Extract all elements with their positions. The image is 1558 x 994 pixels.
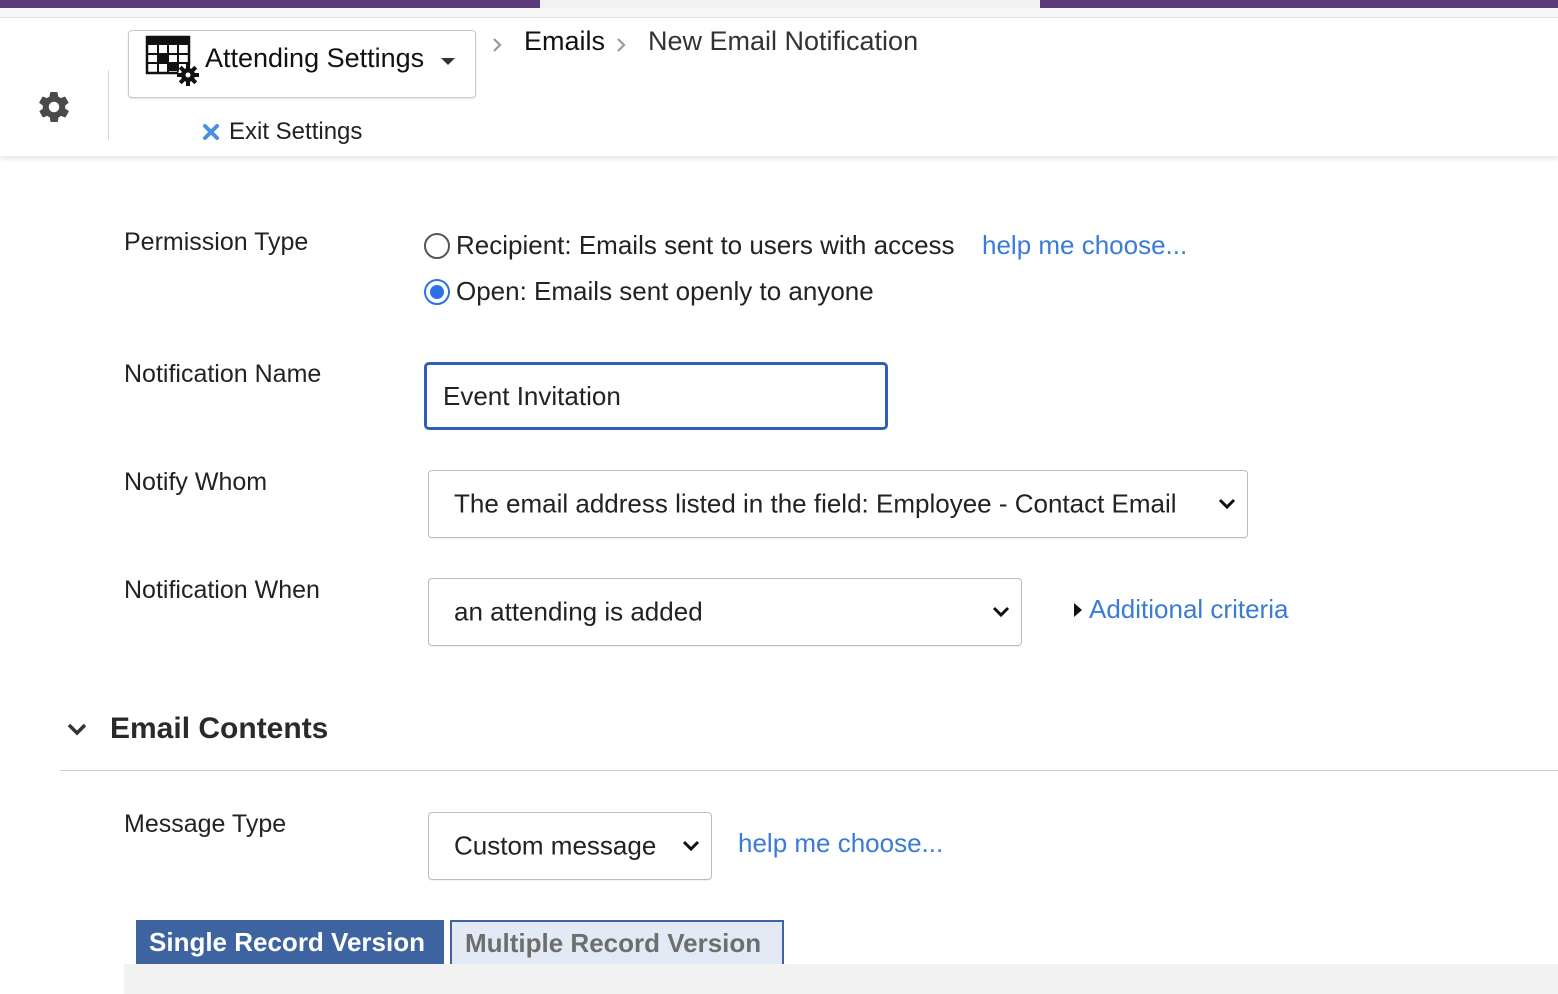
notification-when-label: Notification When xyxy=(124,576,320,604)
chevron-down-icon xyxy=(67,723,87,736)
message-type-help-link[interactable]: help me choose... xyxy=(738,828,943,859)
triangle-right-icon xyxy=(1074,602,1082,617)
notification-name-input[interactable] xyxy=(424,362,888,430)
tab-multiple-record-version[interactable]: Multiple Record Version xyxy=(450,920,784,964)
notify-whom-select[interactable]: The email address listed in the field: E… xyxy=(428,470,1248,538)
tab-panel xyxy=(124,964,1558,994)
top-brand-strip xyxy=(0,0,1558,8)
message-type-value: Custom message xyxy=(454,830,657,861)
message-type-label: Message Type xyxy=(124,810,287,838)
chevron-down-icon xyxy=(682,840,700,852)
permission-type-label: Permission Type xyxy=(124,228,309,256)
close-x-icon xyxy=(203,124,219,140)
recipient-radio[interactable] xyxy=(424,232,450,259)
permission-option-open[interactable]: Open: Emails sent openly to anyone xyxy=(424,276,874,307)
permission-help-link[interactable]: help me choose... xyxy=(982,230,1187,261)
top-divider xyxy=(0,8,1558,18)
caret-down-icon xyxy=(441,58,455,65)
notification-when-value: an attending is added xyxy=(454,596,703,627)
permission-option-recipient[interactable]: Recipient: Emails sent to users with acc… xyxy=(424,230,955,261)
notification-when-select[interactable]: an attending is added xyxy=(428,578,1022,646)
section-divider xyxy=(60,770,1558,771)
gear-icon[interactable] xyxy=(36,89,72,125)
chevron-right-icon xyxy=(617,38,626,52)
exit-settings-link[interactable]: Exit Settings xyxy=(201,118,362,146)
open-radio[interactable] xyxy=(424,278,450,305)
tab-single-record-version[interactable]: Single Record Version xyxy=(136,920,444,964)
chevron-down-icon xyxy=(992,606,1010,618)
version-tabs: Single Record Version Multiple Record Ve… xyxy=(136,920,784,964)
additional-criteria-label: Additional criteria xyxy=(1089,594,1289,624)
notification-name-label: Notification Name xyxy=(124,360,322,388)
email-contents-title: Email Contents xyxy=(110,712,329,745)
breadcrumb-emails[interactable]: Emails xyxy=(524,26,605,57)
message-type-select[interactable]: Custom message xyxy=(428,812,712,880)
top-strip-gap xyxy=(540,0,1040,8)
chevron-down-icon xyxy=(1218,498,1236,510)
grid-settings-icon xyxy=(145,35,199,86)
app-selector-label: Attending Settings xyxy=(205,43,425,73)
recipient-radio-label: Recipient: Emails sent to users with acc… xyxy=(456,230,955,260)
exit-settings-label: Exit Settings xyxy=(229,118,363,145)
app-selector-dropdown[interactable]: Attending Settings xyxy=(128,30,476,98)
open-radio-label: Open: Emails sent openly to anyone xyxy=(456,276,874,306)
notify-whom-label: Notify Whom xyxy=(124,468,268,496)
header-separator xyxy=(108,70,109,140)
email-contents-section-toggle[interactable]: Email Contents xyxy=(66,712,328,746)
chevron-right-icon xyxy=(493,38,502,52)
additional-criteria-toggle[interactable]: Additional criteria xyxy=(1074,594,1288,625)
notify-whom-value: The email address listed in the field: E… xyxy=(454,488,1177,519)
breadcrumb-current: New Email Notification xyxy=(648,26,919,56)
